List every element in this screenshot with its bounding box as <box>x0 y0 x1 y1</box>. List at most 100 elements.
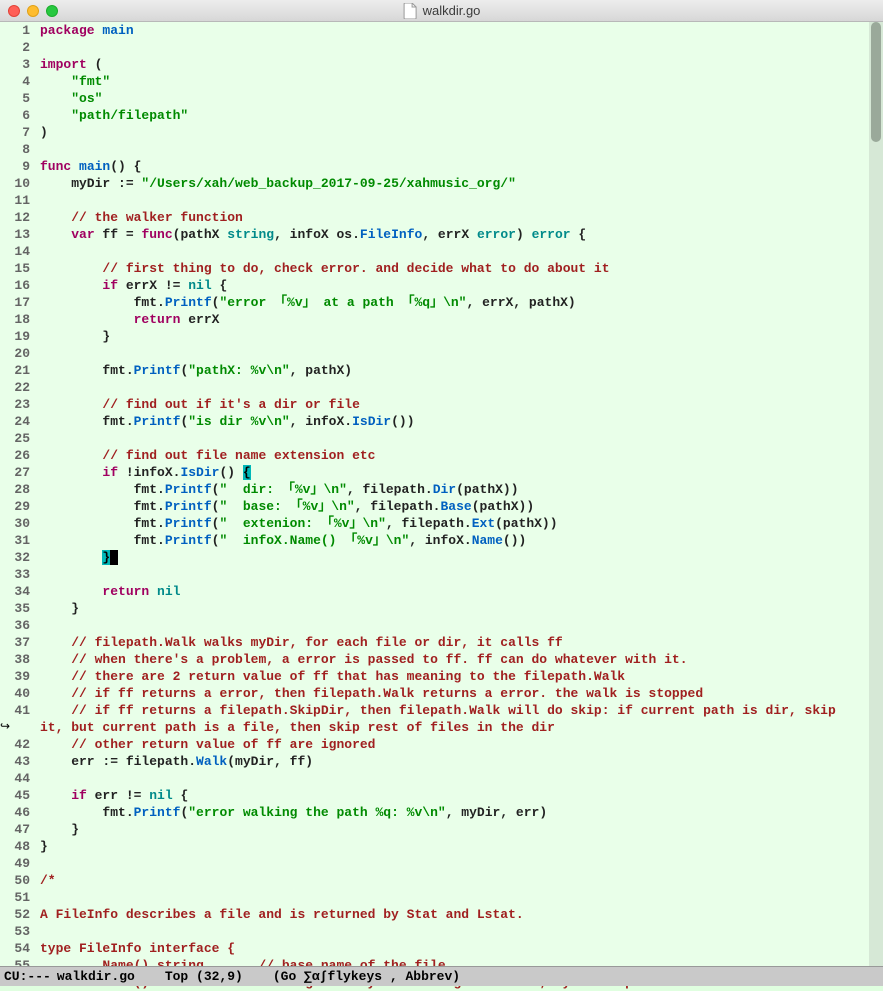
code-line[interactable]: fmt.Printf("error walking the path %q: %… <box>40 804 883 821</box>
code-line[interactable]: if errX != nil { <box>40 277 883 294</box>
line-number: 48 <box>0 838 30 855</box>
scrollbar-thumb[interactable] <box>871 22 881 142</box>
code-line[interactable]: return errX <box>40 311 883 328</box>
code-line[interactable]: "path/filepath" <box>40 107 883 124</box>
code-line[interactable] <box>40 770 883 787</box>
code-line[interactable]: // if ff returns a error, then filepath.… <box>40 685 883 702</box>
code-line[interactable]: // find out if it's a dir or file <box>40 396 883 413</box>
line-number: 7 <box>0 124 30 141</box>
wrap-indicator-icon: ↪ <box>0 721 10 733</box>
code-line[interactable] <box>40 141 883 158</box>
code-line[interactable]: } <box>40 549 883 566</box>
code-line[interactable] <box>40 345 883 362</box>
code-line[interactable]: // filepath.Walk walks myDir, for each f… <box>40 634 883 651</box>
code-line[interactable]: err := filepath.Walk(myDir, ff) <box>40 753 883 770</box>
code-line[interactable]: fmt.Printf(" dir: 「%v」\n", filepath.Dir(… <box>40 481 883 498</box>
code-line[interactable]: // other return value of ff are ignored <box>40 736 883 753</box>
code-line[interactable]: fmt.Printf("is dir %v\n", infoX.IsDir()) <box>40 413 883 430</box>
code-line[interactable] <box>40 430 883 447</box>
code-line[interactable]: // when there's a problem, a error is pa… <box>40 651 883 668</box>
code-line[interactable]: // find out file name extension etc <box>40 447 883 464</box>
line-number: 23 <box>0 396 30 413</box>
line-number: 46 <box>0 804 30 821</box>
close-button[interactable] <box>8 5 20 17</box>
code-line[interactable]: // first thing to do, check error. and d… <box>40 260 883 277</box>
code-line[interactable]: if err != nil { <box>40 787 883 804</box>
code-line[interactable]: import ( <box>40 56 883 73</box>
code-line[interactable]: ) <box>40 124 883 141</box>
code-line[interactable]: } <box>40 328 883 345</box>
code-line[interactable] <box>40 243 883 260</box>
code-line[interactable] <box>40 855 883 872</box>
line-number: 40 <box>0 685 30 702</box>
code-line[interactable]: } <box>40 600 883 617</box>
code-line[interactable]: fmt.Printf(" base: 「%v」\n", filepath.Bas… <box>40 498 883 515</box>
code-line[interactable]: } <box>40 838 883 855</box>
code-line[interactable] <box>40 192 883 209</box>
line-number: 1 <box>0 22 30 39</box>
modeline-position: Top (32,9) <box>165 969 243 984</box>
code-line[interactable]: fmt.Printf("error 「%v」 at a path 「%q」\n"… <box>40 294 883 311</box>
line-number: 47 <box>0 821 30 838</box>
code-line[interactable]: myDir := "/Users/xah/web_backup_2017-09-… <box>40 175 883 192</box>
line-number: 12 <box>0 209 30 226</box>
code-line[interactable] <box>40 617 883 634</box>
code-line[interactable]: it, but current path is a file, then ski… <box>40 719 883 736</box>
line-number: 30 <box>0 515 30 532</box>
line-number: 16 <box>0 277 30 294</box>
line-number: 28 <box>0 481 30 498</box>
line-number: 42 <box>0 736 30 753</box>
code-line[interactable]: // the walker function <box>40 209 883 226</box>
code-line[interactable]: "os" <box>40 90 883 107</box>
code-line[interactable]: /* <box>40 872 883 889</box>
code-line[interactable] <box>40 889 883 906</box>
code-line[interactable] <box>40 379 883 396</box>
code-line[interactable]: var ff = func(pathX string, infoX os.Fil… <box>40 226 883 243</box>
line-number: 45 <box>0 787 30 804</box>
line-number: 14 <box>0 243 30 260</box>
code-line[interactable]: package main <box>40 22 883 39</box>
code-line[interactable]: // there are 2 return value of ff that h… <box>40 668 883 685</box>
code-line[interactable]: if !infoX.IsDir() { <box>40 464 883 481</box>
minimize-button[interactable] <box>27 5 39 17</box>
line-number: 22 <box>0 379 30 396</box>
line-number: 10 <box>0 175 30 192</box>
modeline: CU:--- walkdir.go Top (32,9) (Go ∑α∫flyk… <box>0 966 883 986</box>
line-number: 21 <box>0 362 30 379</box>
window-titlebar: walkdir.go <box>0 0 883 22</box>
line-number: 51 <box>0 889 30 906</box>
line-number: 29 <box>0 498 30 515</box>
code-line[interactable] <box>40 923 883 940</box>
code-line[interactable]: } <box>40 821 883 838</box>
code-line[interactable]: return nil <box>40 583 883 600</box>
code-line[interactable]: fmt.Printf(" infoX.Name() 「%v」\n", infoX… <box>40 532 883 549</box>
code-line[interactable]: "fmt" <box>40 73 883 90</box>
line-number: 53 <box>0 923 30 940</box>
line-number: 44 <box>0 770 30 787</box>
line-number: 15 <box>0 260 30 277</box>
line-number: 32 <box>0 549 30 566</box>
code-content[interactable]: package main import ( "fmt" "os" "path/fi… <box>36 22 883 966</box>
code-line[interactable]: fmt.Printf(" extenion: 「%v」\n", filepath… <box>40 515 883 532</box>
code-line[interactable]: fmt.Printf("pathX: %v\n", pathX) <box>40 362 883 379</box>
line-number: 37 <box>0 634 30 651</box>
line-number: 41 <box>0 702 30 719</box>
editor-area[interactable]: 1234567891011121314151617181920212223242… <box>0 22 883 966</box>
code-line[interactable] <box>40 566 883 583</box>
maximize-button[interactable] <box>46 5 58 17</box>
code-line[interactable]: A FileInfo describes a file and is retur… <box>40 906 883 923</box>
line-number: 20 <box>0 345 30 362</box>
code-line[interactable]: func main() { <box>40 158 883 175</box>
code-line[interactable]: // if ff returns a filepath.SkipDir, the… <box>40 702 883 719</box>
line-number: 18 <box>0 311 30 328</box>
line-number: 35 <box>0 600 30 617</box>
code-line[interactable]: type FileInfo interface { <box>40 940 883 957</box>
line-number: 27 <box>0 464 30 481</box>
line-number: 31 <box>0 532 30 549</box>
vertical-scrollbar[interactable] <box>869 22 883 966</box>
line-number: 54 <box>0 940 30 957</box>
line-number: 2 <box>0 39 30 56</box>
code-line[interactable] <box>40 39 883 56</box>
line-number: 13 <box>0 226 30 243</box>
modeline-filename: walkdir.go <box>57 969 135 984</box>
